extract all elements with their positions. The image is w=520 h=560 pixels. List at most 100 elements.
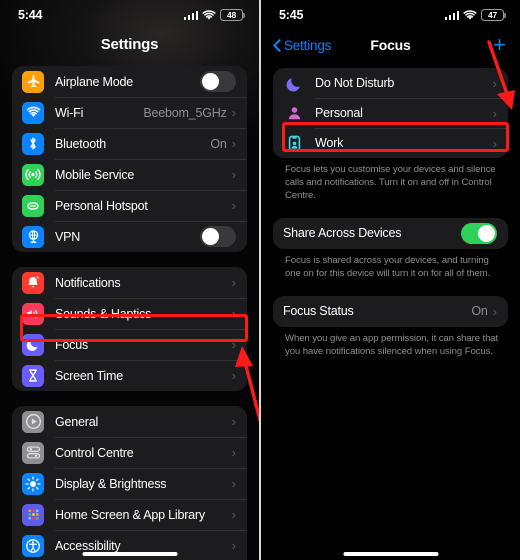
settings-row-control-centre[interactable]: Control Centre ›	[12, 437, 247, 468]
back-button-label: Settings	[284, 37, 332, 53]
focus-row-work[interactable]: Work ›	[273, 128, 508, 158]
settings-row-focus[interactable]: Focus ›	[12, 329, 247, 360]
battery-level-label: 47	[487, 9, 498, 20]
cellular-signal-icon	[183, 10, 198, 20]
brightness-icon	[22, 472, 44, 495]
row-label: Accessibility	[55, 538, 121, 553]
wifi-icon	[463, 9, 477, 21]
page-title: Settings	[100, 35, 159, 53]
settings-row-sounds-haptics[interactable]: Sounds & Haptics ›	[12, 298, 247, 329]
settings-row-notifications[interactable]: Notifications ›	[12, 267, 247, 298]
cellular-signal-icon	[444, 10, 459, 20]
row-share-across-devices[interactable]: Share Across Devices	[273, 218, 508, 249]
settings-row-screen-time[interactable]: Screen Time ›	[12, 360, 247, 391]
chevron-right-icon: ›	[231, 445, 236, 460]
chevron-left-icon	[273, 38, 281, 52]
focus-row-personal[interactable]: Personal ›	[273, 98, 508, 128]
settings-list: Airplane Mode Wi-Fi Beebom_5GHz › Bluetooth O…	[0, 66, 259, 560]
settings-row-home-screen-app-library[interactable]: Home Screen & App Library ›	[12, 499, 247, 530]
status-footnote: When you give an app permission, it can …	[285, 332, 499, 357]
left-status-bar: 5:44 48	[0, 0, 259, 30]
settings-row-vpn[interactable]: VPN	[12, 221, 247, 252]
right-phone-focus-screen: 5:45 47 Settings Focus + Do Not Disturb …	[259, 0, 520, 560]
row-value: On	[210, 136, 227, 151]
right-status-bar: 5:45 47	[261, 0, 520, 30]
settings-row-mobile-service[interactable]: Mobile Service ›	[12, 159, 247, 190]
row-label: Home Screen & App Library	[55, 507, 205, 522]
chevron-right-icon: ›	[231, 507, 236, 522]
wifi-icon	[22, 101, 44, 124]
screenshot-root: 5:44 48 Settings Airplane Mode Wi-Fi Bee…	[0, 0, 520, 560]
row-label: Focus	[55, 337, 89, 352]
row-value: On	[471, 304, 488, 319]
row-label: Personal	[315, 106, 363, 120]
chevron-right-icon: ›	[231, 198, 236, 213]
hotspot-icon	[22, 194, 44, 217]
battery-icon: 47	[481, 9, 507, 21]
row-label: Mobile Service	[55, 167, 135, 182]
back-button[interactable]: Settings	[273, 38, 331, 53]
bell-icon	[22, 271, 44, 294]
left-navbar: Settings	[0, 30, 259, 58]
chevron-right-icon: ›	[231, 306, 236, 321]
battery-level-label: 48	[226, 9, 237, 20]
row-label: Personal Hotspot	[55, 198, 148, 213]
airplane-icon	[22, 70, 44, 93]
left-phone-settings-screen: 5:44 48 Settings Airplane Mode Wi-Fi Bee…	[0, 0, 259, 560]
add-focus-button[interactable]: +	[493, 34, 508, 56]
chevron-right-icon: ›	[231, 275, 236, 290]
home-indicator[interactable]	[82, 552, 177, 556]
focus-row-do-not-disturb[interactable]: Do Not Disturb ›	[273, 68, 508, 98]
share-footnote: Focus is shared across your devices, and…	[285, 254, 491, 279]
wifi-icon	[202, 9, 216, 21]
row-label: Display & Brightness	[55, 476, 167, 491]
row-label: Focus Status	[283, 304, 354, 319]
settings-row-airplane-mode[interactable]: Airplane Mode	[12, 66, 247, 97]
row-label: Notifications	[55, 275, 121, 290]
chevron-right-icon: ›	[492, 105, 497, 121]
settings-row-general[interactable]: General ›	[12, 406, 247, 437]
chevron-right-icon: ›	[231, 476, 236, 491]
settings-row-display-brightness[interactable]: Display & Brightness ›	[12, 468, 247, 499]
chevron-right-icon: ›	[231, 136, 236, 151]
status-time: 5:45	[279, 8, 304, 22]
row-value: Beebom_5GHz	[143, 105, 227, 120]
chevron-right-icon: ›	[231, 414, 236, 429]
app-grid-icon	[22, 503, 44, 526]
right-navbar: Settings Focus +	[261, 30, 520, 60]
status-indicators: 48	[183, 9, 246, 21]
settings-row-personal-hotspot[interactable]: Personal Hotspot ›	[12, 190, 247, 221]
toggle-vpn[interactable]	[200, 226, 236, 247]
chevron-right-icon: ›	[231, 368, 236, 383]
row-label: Work	[315, 136, 344, 150]
gear-icon	[22, 410, 44, 433]
focus-modes-list: Do Not Disturb › Personal › Work ›	[273, 68, 508, 158]
chevron-right-icon: ›	[231, 538, 236, 553]
chevron-right-icon: ›	[492, 135, 497, 151]
row-label: Wi-Fi	[55, 105, 84, 120]
row-label: VPN	[55, 229, 81, 244]
row-label: Control Centre	[55, 445, 134, 460]
focus-status-group: Focus Status On ›	[273, 295, 508, 327]
chevron-right-icon: ›	[492, 303, 497, 319]
chevron-right-icon: ›	[231, 167, 236, 182]
share-across-devices-group: Share Across Devices	[273, 217, 508, 249]
row-focus-status[interactable]: Focus Status On ›	[273, 296, 508, 327]
status-time: 5:44	[18, 8, 43, 22]
chevron-right-icon: ›	[492, 75, 497, 91]
accessibility-icon	[22, 534, 44, 557]
row-label: Do Not Disturb	[315, 76, 395, 90]
vpn-globe-icon	[22, 225, 44, 248]
settings-group-connectivity: Airplane Mode Wi-Fi Beebom_5GHz › Bluetooth O…	[12, 66, 247, 252]
toggle-airplane-mode[interactable]	[200, 71, 236, 92]
row-label: Airplane Mode	[55, 74, 134, 89]
bluetooth-icon	[22, 132, 44, 155]
settings-row-bluetooth[interactable]: Bluetooth On ›	[12, 128, 247, 159]
status-indicators: 47	[444, 9, 507, 21]
chevron-right-icon: ›	[231, 337, 236, 352]
settings-row-wi-fi[interactable]: Wi-Fi Beebom_5GHz ›	[12, 97, 247, 128]
home-indicator[interactable]	[343, 552, 438, 556]
row-label: Bluetooth	[55, 136, 107, 151]
share-across-devices-toggle[interactable]	[461, 222, 497, 244]
moon-icon	[285, 74, 303, 92]
